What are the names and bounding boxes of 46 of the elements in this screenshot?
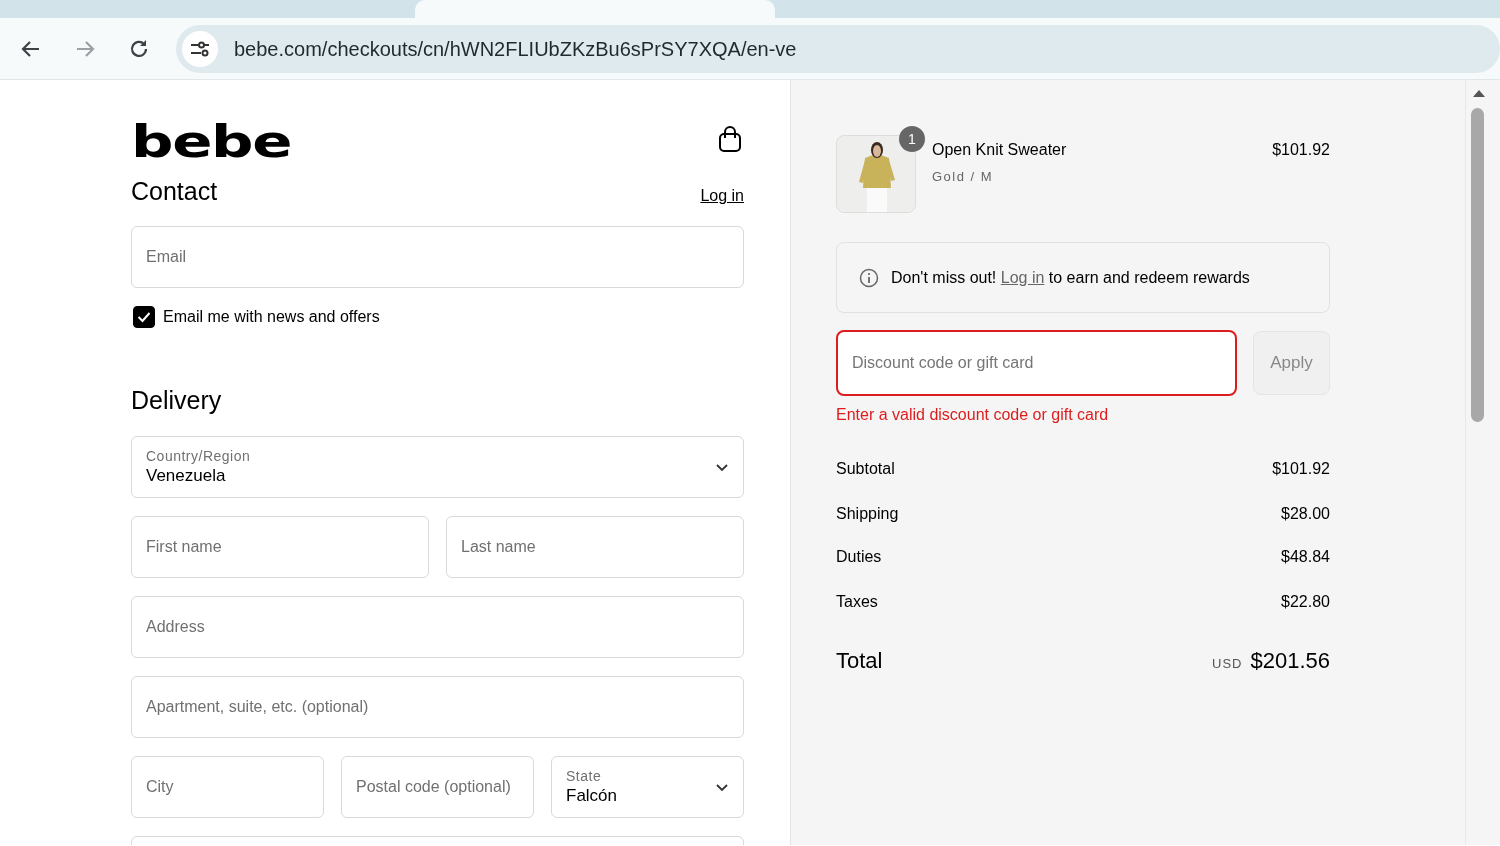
notice-text: Don't miss out! Log in to earn and redeem rewards xyxy=(891,267,1250,288)
input-field[interactable]: Apartment, suite, etc. (optional) xyxy=(131,676,744,738)
summary-label: Taxes xyxy=(836,592,878,612)
summary-label: Subtotal xyxy=(836,459,895,479)
discount-field[interactable]: Discount code or gift card xyxy=(836,330,1237,396)
select-field[interactable]: Country/Region Venezuela xyxy=(131,436,744,498)
checkbox-label: Email me with news and offers xyxy=(163,307,380,327)
product-name: Open Knit Sweater xyxy=(932,140,1067,160)
input-field[interactable]: Last name xyxy=(446,516,744,578)
input-field[interactable]: Postal code (optional) xyxy=(341,756,534,818)
summary-label: Shipping xyxy=(836,504,899,524)
logo-text: bebe xyxy=(131,125,292,159)
total-amount: $201.56 xyxy=(1250,647,1330,675)
summary-value: $28.00 xyxy=(1281,504,1330,524)
quantity-badge: 1 xyxy=(899,126,925,152)
product-price: $101.92 xyxy=(1272,140,1330,160)
checkbox[interactable] xyxy=(133,306,155,328)
login-link[interactable]: Log in xyxy=(1000,268,1045,286)
currency-code: USD xyxy=(1212,655,1243,673)
summary-label: Duties xyxy=(836,547,882,567)
scrollbar-thumb[interactable] xyxy=(1471,108,1484,422)
summary-value: $48.84 xyxy=(1281,547,1330,567)
input-field[interactable]: City xyxy=(131,756,324,818)
info-icon xyxy=(859,267,879,288)
select-field[interactable]: State Falcón xyxy=(551,756,744,818)
email-field[interactable]: Email xyxy=(131,226,744,288)
error-message: Enter a valid discount code or gift card xyxy=(836,405,1110,425)
scroll-up-icon[interactable] xyxy=(1472,88,1486,98)
summary-value: $101.92 xyxy=(1272,459,1330,479)
select-value: Venezuela xyxy=(146,465,227,487)
cart-icon[interactable] xyxy=(718,125,742,153)
summary-value: $22.80 xyxy=(1281,592,1330,612)
select-label: State xyxy=(566,767,603,785)
section-heading: Delivery xyxy=(131,385,223,415)
checkmark-icon xyxy=(137,311,151,323)
product-variant: Gold / M xyxy=(932,168,995,186)
chevron-down-icon xyxy=(715,782,729,792)
chevron-down-icon xyxy=(715,462,729,472)
select-label: Country/Region xyxy=(146,447,251,465)
total-label: Total xyxy=(836,647,883,675)
input-field[interactable]: First name xyxy=(131,516,429,578)
section-heading: Contact xyxy=(131,176,218,206)
site-settings-icon[interactable] xyxy=(182,30,218,67)
input-field[interactable]: Address xyxy=(131,596,744,658)
login-link[interactable]: Log in xyxy=(700,184,744,208)
select-value: Falcón xyxy=(566,785,618,807)
